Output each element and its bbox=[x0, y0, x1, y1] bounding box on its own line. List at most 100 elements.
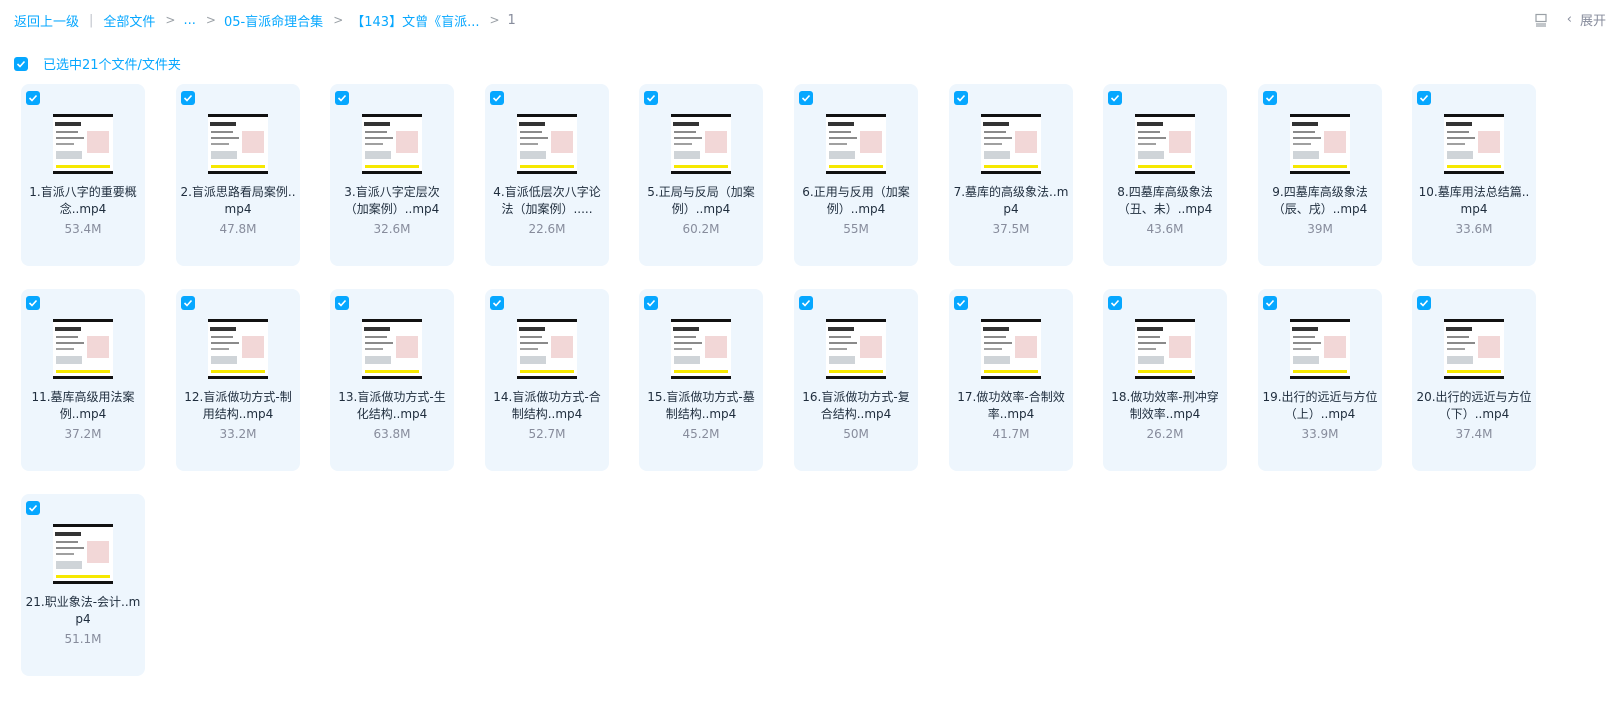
file-name: 21.职业象法-会计..mp4 bbox=[25, 595, 141, 626]
file-size: 37.2M bbox=[64, 427, 102, 441]
video-thumbnail bbox=[981, 319, 1041, 379]
file-name: 14.盲派做功方式-合制结构..mp4 bbox=[493, 390, 601, 421]
file-checkbox[interactable] bbox=[1263, 296, 1277, 310]
breadcrumb-ellipsis[interactable]: ... bbox=[183, 13, 195, 28]
file-checkbox[interactable] bbox=[1263, 91, 1277, 105]
file-name: 20.出行的远近与方位（下）..mp4 bbox=[1416, 390, 1532, 421]
file-checkbox[interactable] bbox=[26, 91, 40, 105]
video-thumbnail bbox=[517, 114, 577, 174]
file-checkbox[interactable] bbox=[1108, 91, 1122, 105]
file-card[interactable]: 10.墓库用法总结篇..mp4 33.6M bbox=[1412, 84, 1536, 266]
video-thumbnail bbox=[53, 319, 113, 379]
video-thumbnail bbox=[981, 114, 1041, 174]
file-size: 45.2M bbox=[682, 427, 720, 441]
file-size: 47.8M bbox=[219, 222, 257, 236]
video-thumbnail bbox=[517, 319, 577, 379]
file-checkbox[interactable] bbox=[1417, 296, 1431, 310]
file-card[interactable]: 2.盲派思路看局案例..mp4 47.8M bbox=[176, 84, 300, 266]
file-card[interactable]: 1.盲派八字的重要概念..mp4 53.4M bbox=[21, 84, 145, 266]
file-size: 33.2M bbox=[219, 427, 257, 441]
file-name: 4.盲派低层次八字论法（加案例）..... bbox=[493, 185, 601, 216]
file-card[interactable]: 11.墓库高级用法案例..mp4 37.2M bbox=[21, 289, 145, 471]
file-checkbox[interactable] bbox=[26, 501, 40, 515]
file-size: 26.2M bbox=[1146, 427, 1184, 441]
file-checkbox[interactable] bbox=[181, 91, 195, 105]
back-link[interactable]: 返回上一级 bbox=[14, 11, 79, 30]
file-name: 1.盲派八字的重要概念..mp4 bbox=[29, 185, 137, 216]
file-card[interactable]: 3.盲派八字定层次（加案例）..mp4 32.6M bbox=[330, 84, 454, 266]
file-checkbox[interactable] bbox=[490, 91, 504, 105]
file-card[interactable]: 8.四墓库高级象法（丑、未）..mp4 43.6M bbox=[1103, 84, 1227, 266]
select-all-checkbox[interactable] bbox=[14, 56, 28, 71]
file-checkbox[interactable] bbox=[644, 91, 658, 105]
file-card[interactable]: 7.墓库的高级象法..mp4 37.5M bbox=[949, 84, 1073, 266]
file-checkbox[interactable] bbox=[954, 91, 968, 105]
list-view-icon[interactable] bbox=[1533, 12, 1549, 28]
file-card[interactable]: 14.盲派做功方式-合制结构..mp4 52.7M bbox=[485, 289, 609, 471]
file-card[interactable]: 20.出行的远近与方位（下）..mp4 37.4M bbox=[1412, 289, 1536, 471]
chevron-right-icon: > bbox=[333, 13, 344, 27]
breadcrumb-folder-1[interactable]: 05-盲派命理合集 bbox=[224, 11, 323, 30]
file-checkbox[interactable] bbox=[26, 296, 40, 310]
video-thumbnail bbox=[208, 319, 268, 379]
file-name: 10.墓库用法总结篇..mp4 bbox=[1418, 185, 1530, 216]
view-tools: ‹ 展开 bbox=[1533, 10, 1606, 29]
file-name: 9.四墓库高级象法（辰、戌）..mp4 bbox=[1272, 185, 1368, 216]
file-checkbox[interactable] bbox=[954, 296, 968, 310]
file-card[interactable]: 6.正用与反用（加案例）..mp4 55M bbox=[794, 84, 918, 266]
file-size: 33.9M bbox=[1301, 427, 1339, 441]
file-name: 16.盲派做功方式-复合结构..mp4 bbox=[802, 390, 910, 421]
file-name: 13.盲派做功方式-生化结构..mp4 bbox=[338, 390, 446, 421]
file-name: 12.盲派做功方式-制用结构..mp4 bbox=[184, 390, 292, 421]
expand-button[interactable]: 展开 bbox=[1580, 10, 1606, 29]
file-size: 33.6M bbox=[1455, 222, 1493, 236]
video-thumbnail bbox=[1444, 114, 1504, 174]
file-checkbox[interactable] bbox=[1417, 91, 1431, 105]
file-checkbox[interactable] bbox=[1108, 296, 1122, 310]
video-thumbnail bbox=[53, 114, 113, 174]
file-card[interactable]: 15.盲派做功方式-墓制结构..mp4 45.2M bbox=[639, 289, 763, 471]
file-size: 22.6M bbox=[528, 222, 566, 236]
file-card[interactable]: 17.做功效率-合制效率..mp4 41.7M bbox=[949, 289, 1073, 471]
video-thumbnail bbox=[826, 114, 886, 174]
file-name: 7.墓库的高级象法..mp4 bbox=[953, 185, 1069, 216]
file-card[interactable]: 4.盲派低层次八字论法（加案例）..... 22.6M bbox=[485, 84, 609, 266]
video-thumbnail bbox=[1290, 114, 1350, 174]
breadcrumb-root[interactable]: 全部文件 bbox=[103, 11, 155, 30]
file-card[interactable]: 21.职业象法-会计..mp4 51.1M bbox=[21, 494, 145, 676]
file-checkbox[interactable] bbox=[490, 296, 504, 310]
file-checkbox[interactable] bbox=[799, 91, 813, 105]
video-thumbnail bbox=[362, 114, 422, 174]
breadcrumb-folder-2[interactable]: 【143】文曾《盲派... bbox=[351, 11, 479, 30]
breadcrumb: 返回上一级 | 全部文件 > ... > 05-盲派命理合集 > 【143】文曾… bbox=[14, 10, 516, 30]
file-checkbox[interactable] bbox=[335, 296, 349, 310]
file-size: 53.4M bbox=[64, 222, 102, 236]
file-card[interactable]: 18.做功效率-刑冲穿制效率..mp4 26.2M bbox=[1103, 289, 1227, 471]
file-card[interactable]: 12.盲派做功方式-制用结构..mp4 33.2M bbox=[176, 289, 300, 471]
selection-bar: 已选中21个文件/文件夹 bbox=[14, 54, 181, 73]
video-thumbnail bbox=[1290, 319, 1350, 379]
file-card[interactable]: 9.四墓库高级象法（辰、戌）..mp4 39M bbox=[1258, 84, 1382, 266]
file-size: 37.5M bbox=[992, 222, 1030, 236]
file-checkbox[interactable] bbox=[799, 296, 813, 310]
chevron-right-icon: > bbox=[165, 13, 176, 27]
chevron-left-icon[interactable]: ‹ bbox=[1567, 12, 1572, 27]
file-name: 19.出行的远近与方位（上）..mp4 bbox=[1262, 390, 1378, 421]
video-thumbnail bbox=[1135, 114, 1195, 174]
file-card[interactable]: 19.出行的远近与方位（上）..mp4 33.9M bbox=[1258, 289, 1382, 471]
file-checkbox[interactable] bbox=[181, 296, 195, 310]
file-card[interactable]: 13.盲派做功方式-生化结构..mp4 63.8M bbox=[330, 289, 454, 471]
separator: | bbox=[89, 12, 94, 28]
file-name: 15.盲派做功方式-墓制结构..mp4 bbox=[647, 390, 755, 421]
file-checkbox[interactable] bbox=[335, 91, 349, 105]
file-card[interactable]: 5.正局与反局（加案例）..mp4 60.2M bbox=[639, 84, 763, 266]
file-size: 60.2M bbox=[682, 222, 720, 236]
video-thumbnail bbox=[671, 319, 731, 379]
file-size: 52.7M bbox=[528, 427, 566, 441]
file-checkbox[interactable] bbox=[644, 296, 658, 310]
file-name: 17.做功效率-合制效率..mp4 bbox=[957, 390, 1065, 421]
chevron-right-icon: > bbox=[205, 13, 216, 27]
file-size: 32.6M bbox=[373, 222, 411, 236]
file-card[interactable]: 16.盲派做功方式-复合结构..mp4 50M bbox=[794, 289, 918, 471]
file-name: 18.做功效率-刑冲穿制效率..mp4 bbox=[1111, 390, 1219, 421]
